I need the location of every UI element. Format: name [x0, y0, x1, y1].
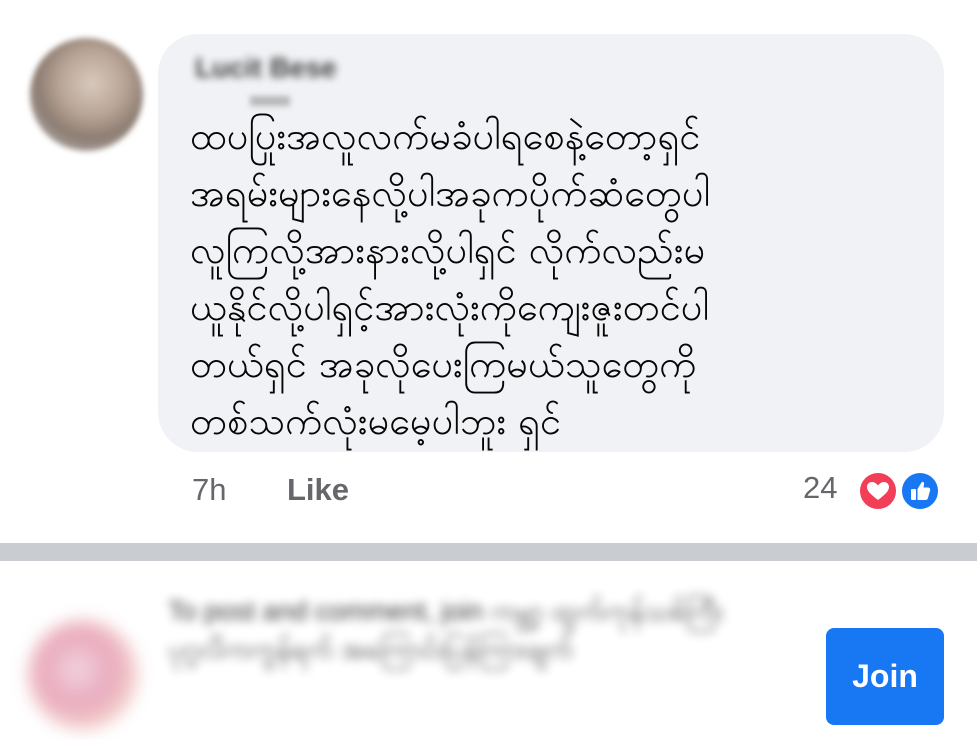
comment-line: ထပပြုးအလူလက်မခံပါရစေနဲ့တော့ရှင် [190, 114, 701, 158]
like-button[interactable]: Like [287, 472, 349, 508]
comment-author-name[interactable]: Lucit Bese [195, 52, 337, 84]
group-avatar [28, 620, 138, 730]
join-prompt-text: To post and comment, join ကမ္ဘာ့ ထွက်ကုန… [168, 596, 724, 664]
section-divider [0, 543, 977, 561]
comment-line: လူကြလို့အားနားလို့ပါရှင် လိုက်လည်းမ [190, 228, 706, 272]
join-button[interactable]: Join [826, 628, 944, 725]
comment-line: ယူနိုင်လို့ပါရှင့်အားလုံးကိုကျေးဇူးတင်ပါ [190, 285, 710, 329]
comment-line: အရမ်းများနေလို့ပါအခုကပိုက်ဆံတွေပါ [190, 171, 711, 215]
comment-timestamp[interactable]: 7h [192, 472, 226, 508]
reaction-count[interactable]: 24 [803, 470, 837, 506]
author-badge [250, 96, 290, 106]
like-icon [899, 470, 941, 512]
comment-line: တစ်သက်လုံးမမေ့ပါဘူး ရှင် [190, 399, 562, 443]
comment-section: Lucit Bese ထပပြုးအလူလက်မခံပါရစေနဲ့တော့ရှ… [0, 0, 977, 540]
commenter-avatar[interactable] [30, 38, 143, 151]
comment-text: ထပပြုးအလူလက်မခံပါရစေနဲ့တော့ရှင် အရမ်းမျာ… [190, 108, 930, 450]
love-icon [857, 470, 899, 512]
reactions-summary[interactable] [857, 470, 947, 512]
comment-line: တယ်ရှင် အခုလိုပေးကြမယ်သူတွေကို [190, 342, 697, 386]
